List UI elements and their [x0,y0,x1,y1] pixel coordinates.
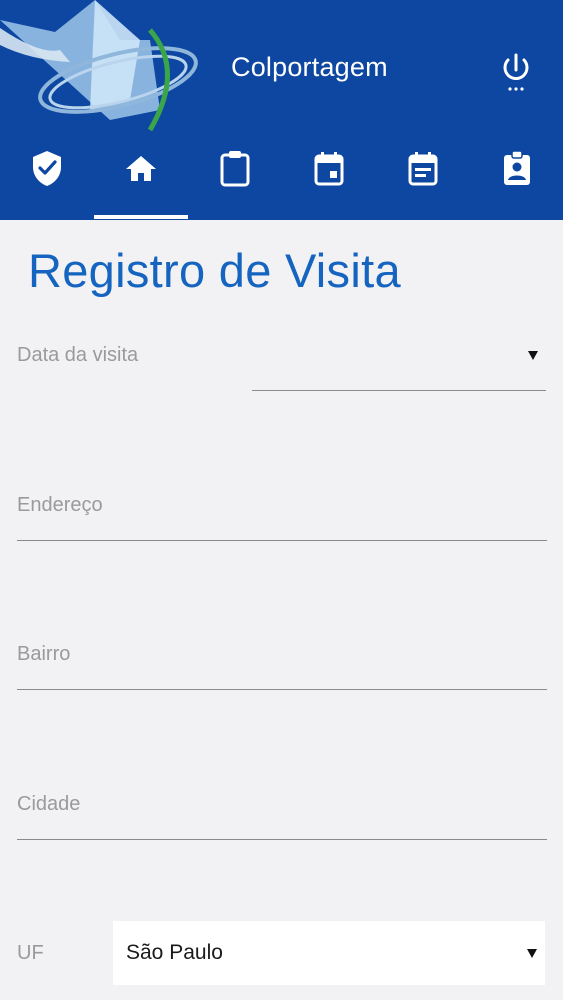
verified-shield-icon [33,151,61,186]
contact-badge-icon [504,150,530,185]
book-globe-logo [0,0,198,132]
uf-select[interactable]: São Paulo [113,921,545,985]
calendar-today-icon [314,152,344,186]
app-title: Colportagem [231,52,388,82]
data-visita-select[interactable] [252,330,546,392]
cidade-underline [17,839,547,840]
endereco-input[interactable] [17,500,547,540]
cidade-input[interactable] [17,799,547,839]
bairro-input[interactable] [17,650,547,690]
bairro-underline [17,689,547,690]
tab-contact[interactable] [470,140,563,220]
tab-clipboard[interactable] [188,140,282,220]
dropdown-arrow-icon [527,949,537,958]
tab-calendar-today[interactable] [282,140,376,220]
active-tab-indicator [94,215,188,219]
home-icon [126,156,156,181]
endereco-underline [17,540,547,541]
tab-bar [0,140,563,220]
uf-label: UF [17,942,44,964]
tab-calendar-note[interactable] [376,140,470,220]
dropdown-arrow-icon [528,351,538,360]
clipboard-icon [220,151,250,187]
uf-value: São Paulo [126,941,223,964]
power-icon [503,53,529,91]
tab-verified[interactable] [0,140,94,220]
data-visita-label: Data da visita [17,344,139,366]
data-visita-underline [252,390,546,391]
calendar-note-icon [408,152,438,186]
power-button[interactable] [496,50,536,94]
tab-home[interactable] [94,140,188,220]
app-header: Colportagem [0,0,563,220]
page-title: Registro de Visita [28,244,401,297]
